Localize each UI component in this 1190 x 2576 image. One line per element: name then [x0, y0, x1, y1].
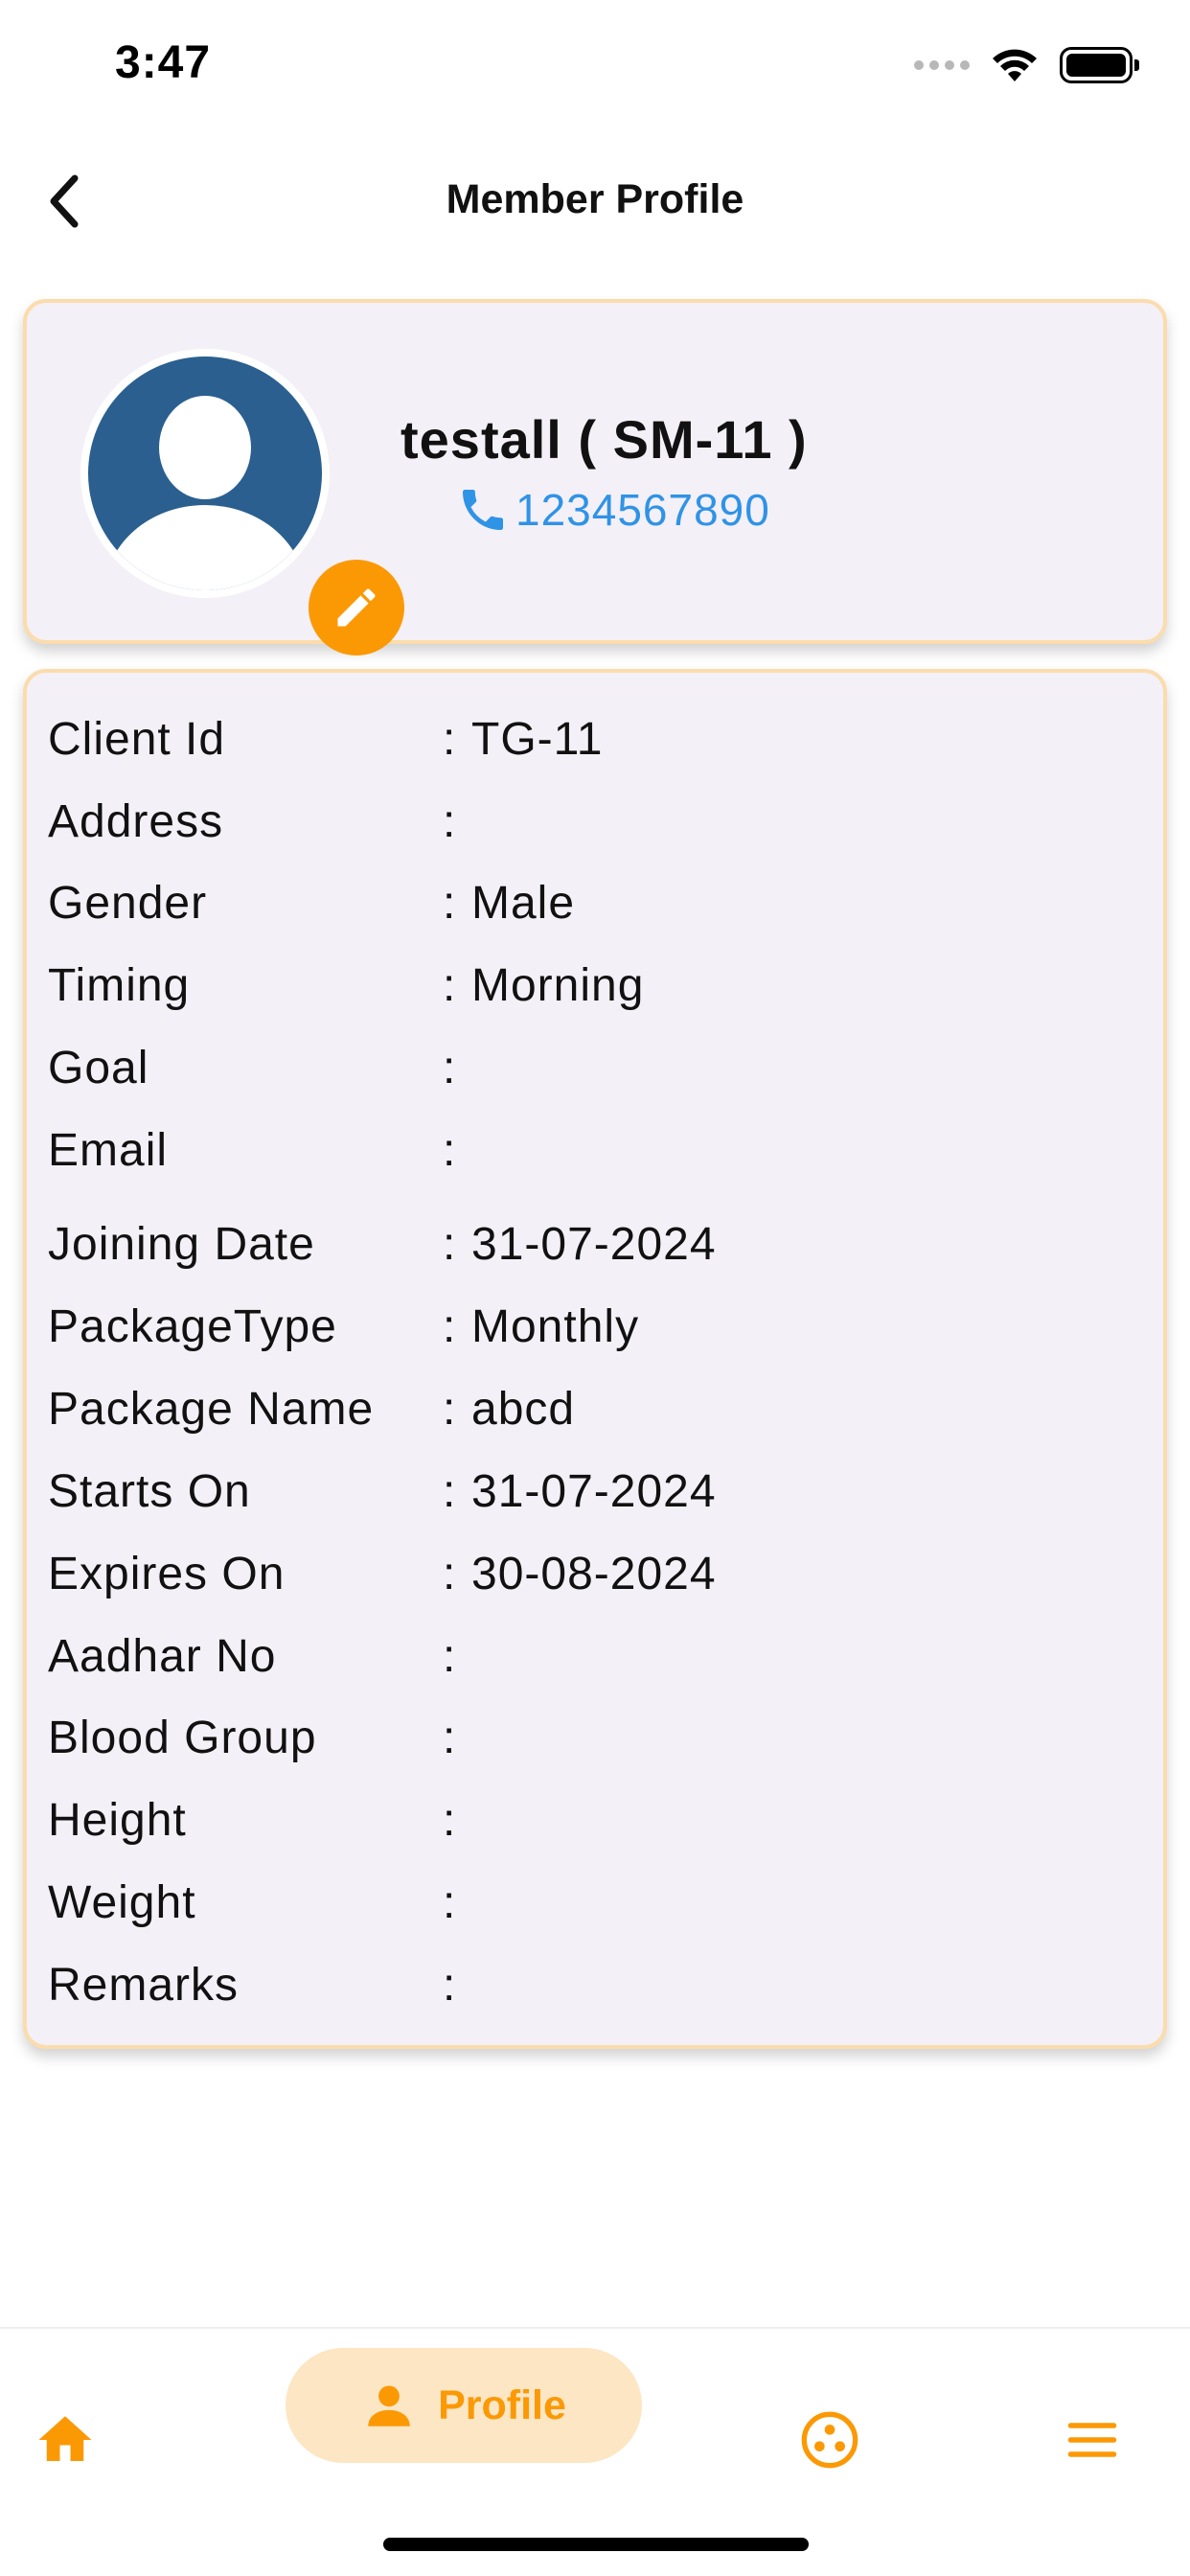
home-indicator: [383, 2538, 809, 2551]
detail-label: Timing: [48, 959, 191, 1011]
detail-label: Address: [48, 795, 224, 847]
tab-menu[interactable]: [1054, 2402, 1131, 2478]
pencil-icon: [337, 588, 376, 627]
detail-separator: :: [443, 1548, 457, 1599]
status-time: 3:47: [115, 37, 212, 88]
detail-separator: :: [443, 713, 457, 765]
detail-separator: :: [443, 1465, 457, 1517]
tab-home[interactable]: [27, 2402, 103, 2478]
detail-label: Goal: [48, 1042, 149, 1093]
tab-profile-label: Profile: [438, 2381, 566, 2428]
detail-label: Email: [48, 1124, 169, 1176]
detail-separator: :: [443, 1300, 457, 1352]
detail-row-height: Height :: [48, 1786, 471, 1853]
detail-label: Aadhar No: [48, 1630, 277, 1682]
detail-label: Gender: [48, 877, 208, 929]
detail-label: Client Id: [48, 713, 226, 765]
edit-avatar-button[interactable]: [309, 560, 404, 656]
detail-separator: :: [443, 1124, 457, 1176]
detail-separator: :: [443, 795, 457, 847]
detail-separator: :: [443, 1383, 457, 1435]
detail-value: Monthly: [471, 1300, 640, 1352]
detail-row-aadhar-no: Aadhar No :: [48, 1622, 471, 1690]
detail-row-expires-on: Expires On : 30-08-2024: [48, 1540, 717, 1607]
detail-value: Male: [471, 877, 576, 929]
detail-row-address: Address :: [48, 788, 471, 855]
detail-label: PackageType: [48, 1300, 337, 1352]
detail-separator: :: [443, 877, 457, 929]
signal-icon: [914, 60, 970, 70]
details-card: Client Id : TG-11 Address : Gender : Mal…: [23, 669, 1167, 2049]
detail-label: Joining Date: [48, 1218, 315, 1270]
home-icon: [38, 2416, 92, 2461]
detail-label: Package Name: [48, 1383, 375, 1435]
detail-value: 31-07-2024: [471, 1465, 717, 1517]
status-icons: [914, 46, 1139, 84]
detail-separator: :: [443, 1876, 457, 1928]
detail-row-package-name: Package Name : abcd: [48, 1375, 575, 1442]
detail-separator: :: [443, 1042, 457, 1093]
detail-row-starts-on: Starts On : 31-07-2024: [48, 1458, 717, 1525]
detail-row-remarks: Remarks :: [48, 1951, 471, 2018]
detail-row-goal: Goal :: [48, 1034, 471, 1101]
detail-label: Remarks: [48, 1959, 240, 2011]
detail-value: 30-08-2024: [471, 1548, 717, 1599]
detail-separator: :: [443, 1630, 457, 1682]
profile-card: testall ( SM-11 ) 1234567890: [23, 299, 1167, 656]
detail-row-timing: Timing : Morning: [48, 952, 644, 1019]
detail-separator: :: [443, 1794, 457, 1846]
detail-separator: :: [443, 959, 457, 1011]
phone-number[interactable]: 1234567890: [515, 484, 770, 536]
avatar-container: [80, 349, 404, 656]
detail-label: Starts On: [48, 1465, 251, 1517]
page-title: Member Profile: [446, 176, 744, 222]
member-name: testall ( SM-11 ): [400, 409, 808, 470]
battery-icon: [1060, 47, 1139, 83]
avatar[interactable]: [80, 349, 330, 598]
detail-value: 31-07-2024: [471, 1218, 717, 1270]
detail-row-gender: Gender : Male: [48, 869, 575, 936]
avatar-icon: [88, 356, 322, 590]
detail-separator: :: [443, 1218, 457, 1270]
tab-profile[interactable]: Profile: [286, 2348, 642, 2463]
detail-label: Weight: [48, 1876, 196, 1928]
detail-row-email: Email :: [48, 1116, 471, 1184]
menu-icon: [1067, 2423, 1117, 2457]
detail-separator: :: [443, 1712, 457, 1763]
phone-link[interactable]: 1234567890: [456, 483, 770, 537]
detail-row-blood-group: Blood Group :: [48, 1704, 471, 1771]
detail-row-weight: Weight :: [48, 1869, 471, 1936]
detail-row-client-id: Client Id : TG-11: [48, 705, 603, 772]
detail-row-package-type: PackageType : Monthly: [48, 1293, 639, 1360]
detail-value: TG-11: [471, 713, 604, 765]
phone-icon: [463, 490, 503, 530]
detail-row-joining-date: Joining Date : 31-07-2024: [48, 1210, 717, 1277]
nav-bar: Member Profile: [0, 153, 1190, 249]
status-bar: 3:47: [0, 0, 1190, 134]
detail-separator: :: [443, 1959, 457, 2011]
tab-groups[interactable]: [791, 2402, 868, 2478]
groups-icon: [801, 2411, 858, 2469]
detail-value: abcd: [471, 1383, 576, 1435]
detail-value: Morning: [471, 959, 645, 1011]
detail-label: Blood Group: [48, 1712, 317, 1763]
person-icon: [368, 2385, 410, 2426]
detail-label: Height: [48, 1794, 187, 1846]
detail-label: Expires On: [48, 1548, 286, 1599]
wifi-icon: [993, 49, 1037, 81]
